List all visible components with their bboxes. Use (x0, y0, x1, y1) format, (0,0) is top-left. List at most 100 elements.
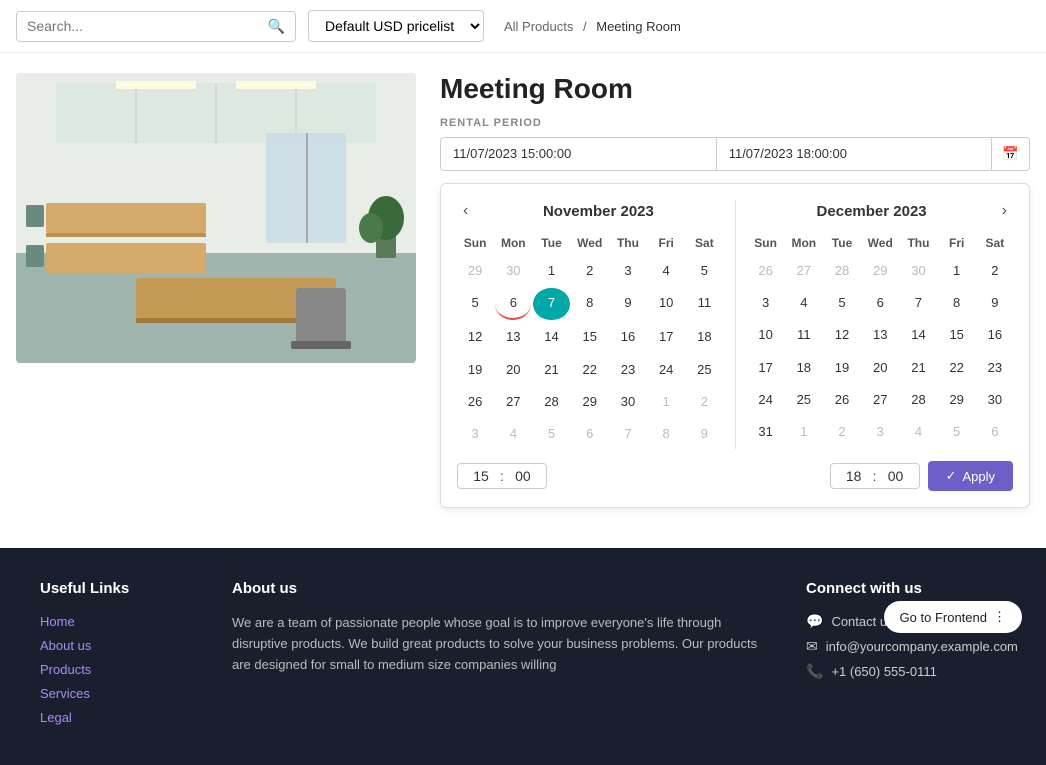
calendar-day[interactable]: 11 (786, 320, 822, 350)
calendar-day[interactable]: 29 (939, 385, 975, 415)
calendar-day[interactable]: 1 (786, 417, 822, 447)
calendar-day[interactable]: 29 (862, 256, 898, 286)
calendar-day[interactable]: 14 (900, 320, 936, 350)
calendar-day[interactable]: 16 (977, 320, 1013, 350)
calendar-day[interactable]: 23 (977, 353, 1013, 383)
calendar-day[interactable]: 4 (900, 417, 936, 447)
calendar-day[interactable]: 22 (572, 355, 608, 385)
calendar-day[interactable]: 4 (786, 288, 822, 318)
end-min-input[interactable] (881, 468, 911, 484)
calendar-day[interactable]: 14 (533, 322, 569, 352)
calendar-day[interactable]: 4 (495, 419, 531, 449)
calendar-day[interactable]: 20 (862, 353, 898, 383)
search-bar[interactable]: 🔍 (16, 11, 296, 42)
apply-button[interactable]: Apply (928, 461, 1013, 491)
calendar-day[interactable]: 29 (572, 387, 608, 417)
calendar-day[interactable]: 30 (977, 385, 1013, 415)
calendar-day[interactable]: 19 (457, 355, 493, 385)
calendar-day[interactable]: 6 (977, 417, 1013, 447)
prev-month-button[interactable]: ‹ (457, 200, 474, 222)
calendar-day[interactable]: 5 (533, 419, 569, 449)
calendar-day[interactable]: 27 (862, 385, 898, 415)
calendar-day[interactable]: 5 (457, 288, 493, 320)
calendar-day[interactable]: 28 (533, 387, 569, 417)
calendar-day[interactable]: 6 (572, 419, 608, 449)
calendar-day[interactable]: 16 (610, 322, 646, 352)
calendar-toggle-button[interactable]: 📅 (992, 137, 1030, 171)
calendar-day[interactable]: 8 (572, 288, 608, 320)
calendar-day[interactable]: 10 (748, 320, 784, 350)
calendar-day[interactable]: 7 (610, 419, 646, 449)
calendar-day[interactable]: 26 (824, 385, 860, 415)
footer-link[interactable]: Products (40, 662, 91, 677)
footer-link[interactable]: Legal (40, 710, 72, 725)
calendar-day[interactable]: 25 (686, 355, 722, 385)
calendar-day[interactable]: 12 (457, 322, 493, 352)
calendar-day[interactable]: 19 (824, 353, 860, 383)
calendar-day[interactable]: 2 (686, 387, 722, 417)
calendar-day[interactable]: 30 (610, 387, 646, 417)
email-link[interactable]: info@yourcompany.example.com (826, 639, 1018, 654)
calendar-day[interactable]: 30 (900, 256, 936, 286)
calendar-day[interactable]: 2 (977, 256, 1013, 286)
calendar-day[interactable]: 26 (748, 256, 784, 286)
calendar-day[interactable]: 21 (900, 353, 936, 383)
calendar-day[interactable]: 11 (686, 288, 722, 320)
calendar-day[interactable]: 12 (824, 320, 860, 350)
start-hour-input[interactable] (466, 468, 496, 484)
calendar-day[interactable]: 9 (686, 419, 722, 449)
calendar-day[interactable]: 25 (786, 385, 822, 415)
calendar-day[interactable]: 1 (648, 387, 684, 417)
calendar-day[interactable]: 9 (977, 288, 1013, 318)
calendar-day[interactable]: 23 (610, 355, 646, 385)
calendar-day[interactable]: 28 (824, 256, 860, 286)
start-time-group[interactable]: : (457, 463, 547, 489)
calendar-day[interactable]: 21 (533, 355, 569, 385)
calendar-day[interactable]: 8 (939, 288, 975, 318)
calendar-day[interactable]: 3 (862, 417, 898, 447)
calendar-day[interactable]: 3 (457, 419, 493, 449)
calendar-day[interactable]: 24 (748, 385, 784, 415)
end-time-group[interactable]: : (830, 463, 920, 489)
calendar-day[interactable]: 15 (939, 320, 975, 350)
calendar-day[interactable]: 4 (648, 256, 684, 286)
calendar-day[interactable]: 7 (900, 288, 936, 318)
start-date-input[interactable]: 11/07/2023 15:00:00 (440, 137, 716, 171)
calendar-day[interactable]: 18 (686, 322, 722, 352)
next-month-button[interactable]: › (996, 200, 1013, 222)
start-min-input[interactable] (508, 468, 538, 484)
calendar-day[interactable]: 6 (495, 288, 531, 320)
calendar-day[interactable]: 1 (939, 256, 975, 286)
calendar-day[interactable]: 28 (900, 385, 936, 415)
goto-frontend-button[interactable]: Go to Frontend ⋮ (884, 601, 1022, 633)
calendar-day[interactable]: 6 (862, 288, 898, 318)
calendar-day[interactable]: 5 (686, 256, 722, 286)
calendar-day[interactable]: 17 (748, 353, 784, 383)
calendar-day[interactable]: 8 (648, 419, 684, 449)
calendar-day[interactable]: 5 (824, 288, 860, 318)
search-input[interactable] (27, 18, 268, 34)
calendar-day[interactable]: 15 (572, 322, 608, 352)
footer-link[interactable]: Services (40, 686, 90, 701)
calendar-day[interactable]: 27 (786, 256, 822, 286)
end-date-input[interactable]: 11/07/2023 18:00:00 (716, 137, 993, 171)
calendar-day[interactable]: 27 (495, 387, 531, 417)
calendar-day[interactable]: 2 (824, 417, 860, 447)
pricelist-select[interactable]: Default USD pricelist (308, 10, 484, 42)
calendar-day[interactable]: 2 (572, 256, 608, 286)
calendar-day[interactable]: 22 (939, 353, 975, 383)
calendar-day[interactable]: 31 (748, 417, 784, 447)
calendar-day[interactable]: 1 (533, 256, 569, 286)
footer-link[interactable]: About us (40, 638, 91, 653)
calendar-day[interactable]: 29 (457, 256, 493, 286)
calendar-day[interactable]: 7 (533, 288, 569, 320)
calendar-day[interactable]: 3 (610, 256, 646, 286)
footer-link[interactable]: Home (40, 614, 75, 629)
breadcrumb-parent[interactable]: All Products (504, 19, 573, 34)
calendar-day[interactable]: 20 (495, 355, 531, 385)
calendar-day[interactable]: 13 (862, 320, 898, 350)
calendar-day[interactable]: 18 (786, 353, 822, 383)
calendar-day[interactable]: 17 (648, 322, 684, 352)
calendar-day[interactable]: 30 (495, 256, 531, 286)
calendar-day[interactable]: 26 (457, 387, 493, 417)
